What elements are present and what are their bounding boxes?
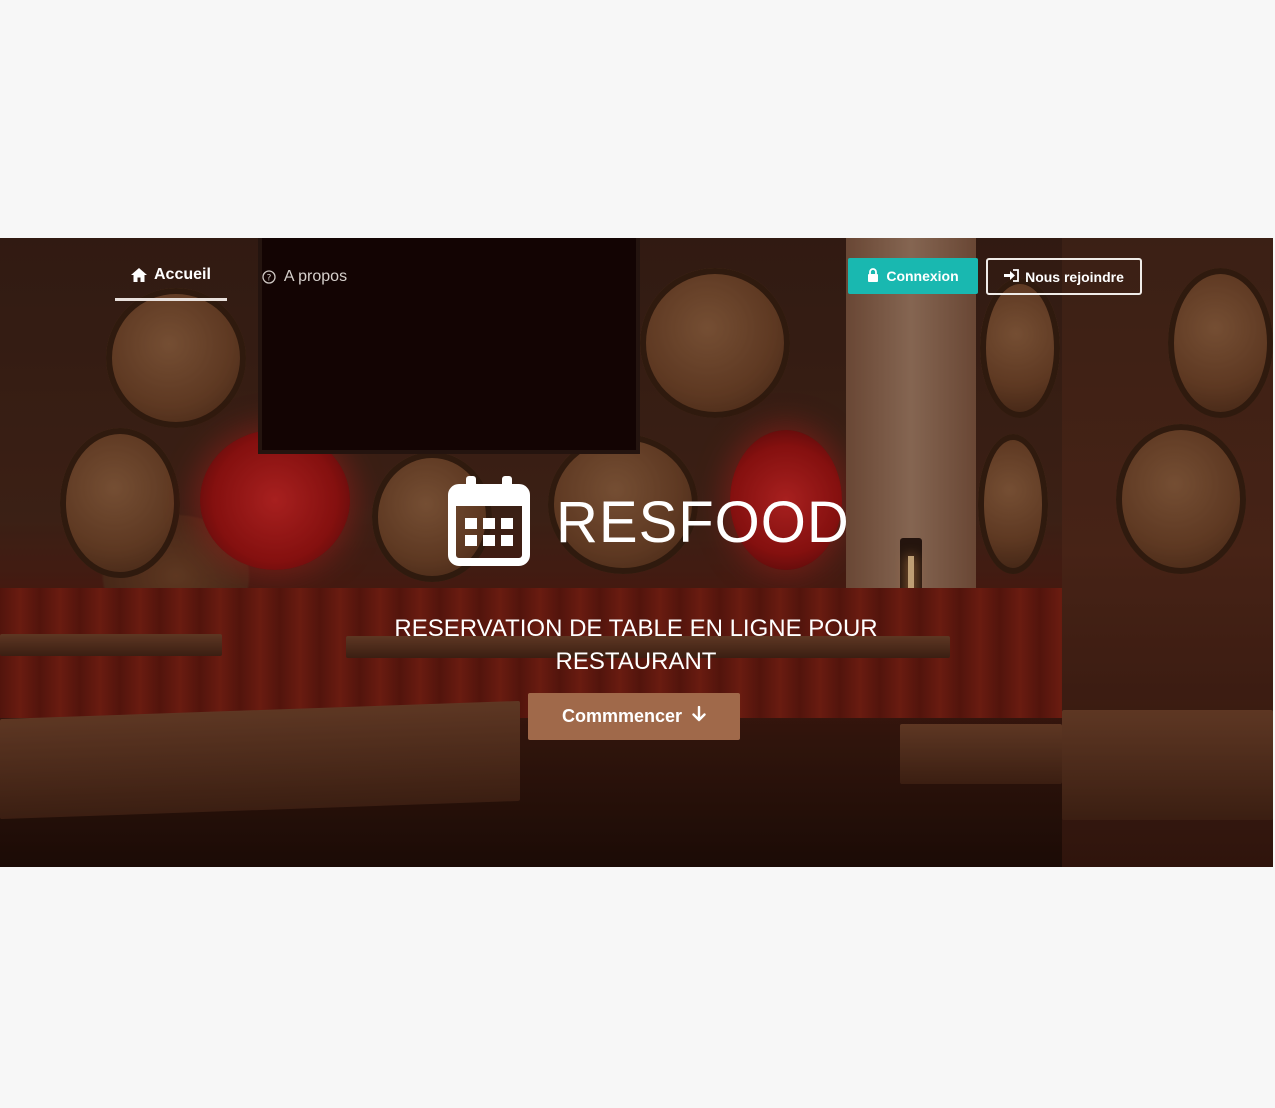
join-button[interactable]: Nous rejoindre [986, 258, 1142, 295]
brand-name: RESFOOD [556, 489, 850, 555]
arrow-down-icon [692, 705, 706, 727]
lock-icon [867, 267, 879, 285]
calendar-icon [448, 474, 530, 571]
main-nav: Accueil ? A propos [115, 262, 363, 301]
join-label: Nous rejoindre [1025, 268, 1124, 285]
nav-home-label: Accueil [154, 266, 211, 283]
start-button[interactable]: Commmencer [528, 693, 740, 740]
hero-tagline: RESERVATION DE TABLE EN LIGNE POUR RESTA… [394, 615, 878, 675]
hero-section: Accueil ? A propos Connexion Nous rejoin… [0, 238, 1273, 867]
svg-text:?: ? [267, 273, 272, 283]
nav-item-home[interactable]: Accueil [115, 262, 227, 301]
login-label: Connexion [886, 268, 959, 284]
brand: RESFOOD [448, 474, 850, 571]
question-circle-icon: ? [261, 269, 277, 285]
sign-in-icon [1004, 268, 1019, 285]
login-button[interactable]: Connexion [848, 258, 978, 294]
nav-about-label: A propos [283, 267, 348, 285]
nav-item-about[interactable]: ? A propos [245, 262, 363, 301]
start-label: Commmencer [561, 706, 683, 726]
home-icon [131, 267, 147, 283]
